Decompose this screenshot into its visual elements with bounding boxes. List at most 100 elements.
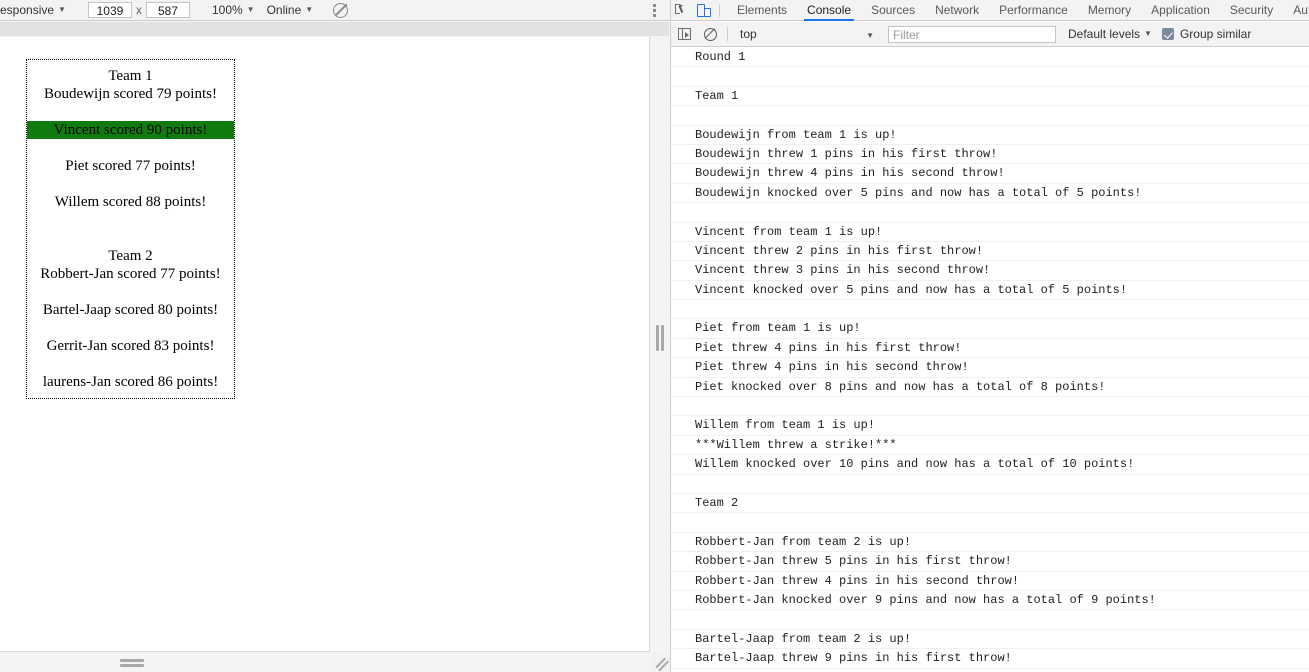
- device-toolbar-icon: [697, 3, 711, 17]
- group-similar-label: Group similar: [1179, 27, 1252, 41]
- viewport-corner-resizer[interactable]: [652, 652, 670, 671]
- scoreboard-line: Robbert-Jan scored 77 points!: [40, 266, 221, 282]
- devtools-panel: Elements Console Sources Network Perform…: [670, 0, 1309, 672]
- console-message: Bartel-Jaap from team 2 is up!: [671, 630, 1309, 650]
- device-height-input[interactable]: 587: [145, 2, 190, 18]
- console-message: Boudewijn from team 1 is up!: [671, 126, 1309, 145]
- tab-performance[interactable]: Performance: [989, 0, 1078, 21]
- console-blank-line: [671, 67, 1309, 87]
- scoreboard-line: Boudewijn scored 79 points!: [44, 86, 217, 102]
- console-message: Willem from team 1 is up!: [671, 416, 1309, 436]
- zoom-select-label: 100%: [211, 3, 243, 17]
- scoreboard: Team 1 Boudewijn scored 79 points! Vincen…: [26, 59, 235, 399]
- console-sidebar-icon: [677, 28, 691, 40]
- chevron-down-icon: ▼: [246, 4, 255, 14]
- console-blank-line: [671, 475, 1309, 494]
- console-message: Team 1: [671, 87, 1309, 107]
- scoreboard-line: Team 1: [108, 68, 153, 84]
- device-emulation-pane: esponsive ▼ 1039 x 587 100% ▼ Online ▼ T…: [0, 0, 670, 672]
- console-blank-line: [671, 300, 1309, 320]
- resizer-grip-icon: [656, 325, 665, 351]
- log-levels-label: Default levels: [1068, 27, 1141, 41]
- devtools-window: esponsive ▼ 1039 x 587 100% ▼ Online ▼ T…: [0, 0, 1309, 672]
- scoreboard-line: Vincent scored 90 points!: [27, 121, 234, 139]
- toggle-device-toolbar-button[interactable]: [693, 0, 715, 21]
- console-toolbar: top ▼ Filter Default levels ▼ Group simi…: [671, 22, 1309, 47]
- execution-context-label: top: [740, 27, 757, 41]
- console-message: Piet knocked over 8 pins and now has a t…: [671, 378, 1309, 398]
- console-blank-line: [671, 397, 1309, 417]
- inspect-element-button[interactable]: [671, 0, 693, 21]
- viewport-width-resizer[interactable]: [651, 37, 670, 652]
- group-similar-checkbox[interactable]: Group similar: [1161, 27, 1252, 41]
- console-message: Robbert-Jan from team 2 is up!: [671, 533, 1309, 553]
- device-more-options-button[interactable]: [646, 2, 662, 19]
- console-message: Vincent threw 3 pins in his second throw…: [671, 261, 1309, 281]
- console-message: Boudewijn threw 4 pins in his second thr…: [671, 164, 1309, 184]
- more-dot: [652, 9, 656, 12]
- console-message: Willem knocked over 10 pins and now has …: [671, 455, 1309, 475]
- console-message: Vincent from team 1 is up!: [671, 223, 1309, 242]
- console-message: Bartel-Jaap threw 9 pins in his first th…: [671, 649, 1309, 669]
- device-dimensions: 1039 x 587: [84, 0, 194, 21]
- console-blank-line: [671, 106, 1309, 126]
- tab-console[interactable]: Console: [797, 0, 861, 21]
- console-blank-line: [671, 203, 1309, 223]
- console-filter-input[interactable]: Filter: [888, 25, 1056, 43]
- scoreboard-spacer: [27, 175, 234, 193]
- device-width-input[interactable]: 1039: [87, 2, 132, 18]
- no-throttling-icon[interactable]: [333, 2, 349, 18]
- inspect-cursor-icon: [675, 3, 689, 17]
- scoreboard-spacer: [27, 283, 234, 301]
- dimension-separator: x: [135, 3, 142, 17]
- clear-console-button[interactable]: [697, 22, 723, 47]
- console-message: Robbert-Jan knocked over 9 pins and now …: [671, 591, 1309, 611]
- console-message: Vincent threw 2 pins in his first throw!: [671, 242, 1309, 262]
- scoreboard-spacer: [27, 319, 234, 337]
- log-levels-select[interactable]: Default levels ▼: [1068, 27, 1152, 41]
- tab-network[interactable]: Network: [925, 0, 989, 21]
- console-message: Team 2: [671, 494, 1309, 514]
- scoreboard-line: Bartel-Jaap scored 80 points!: [42, 302, 219, 318]
- tabbar-divider: [719, 3, 720, 17]
- console-message: Piet threw 4 pins in his first throw!: [671, 339, 1309, 359]
- console-message: Piet from team 1 is up!: [671, 319, 1309, 339]
- console-blank-line: [671, 610, 1309, 630]
- device-select-label: esponsive: [0, 3, 55, 17]
- scoreboard-spacer: [27, 139, 234, 157]
- tab-application[interactable]: Application: [1141, 0, 1220, 21]
- zoom-select[interactable]: 100% ▼: [212, 0, 255, 21]
- scoreboard-line: Willem scored 88 points!: [54, 194, 207, 210]
- tab-audits[interactable]: Au: [1283, 0, 1309, 21]
- devtools-tabbar: Elements Console Sources Network Perform…: [671, 0, 1309, 21]
- scoreboard-line: Piet scored 77 points!: [65, 158, 196, 174]
- console-message: ***Willem threw a strike!***: [671, 436, 1309, 456]
- device-select[interactable]: esponsive ▼: [0, 0, 66, 21]
- network-throttling-select[interactable]: Online ▼: [267, 0, 314, 21]
- console-message: Vincent knocked over 5 pins and now has …: [671, 281, 1309, 301]
- console-message: Piet threw 4 pins in his second throw!: [671, 358, 1309, 378]
- console-message-list[interactable]: Round 1 Team 1 Boudewijn from team 1 is …: [671, 48, 1309, 672]
- viewport-height-resizer[interactable]: [0, 653, 651, 672]
- tab-memory[interactable]: Memory: [1078, 0, 1141, 21]
- console-message: Robbert-Jan threw 4 pins in his second t…: [671, 572, 1309, 591]
- tab-sources[interactable]: Sources: [861, 0, 925, 21]
- console-blank-line: [671, 513, 1309, 533]
- device-ruler[interactable]: [0, 22, 670, 36]
- scoreboard-spacer: [27, 211, 234, 229]
- emulated-viewport: Team 1 Boudewijn scored 79 points! Vincen…: [0, 37, 650, 652]
- network-select-label: Online: [266, 3, 302, 17]
- console-message: Round 1: [671, 48, 1309, 68]
- execution-context-select[interactable]: top ▼: [732, 22, 882, 47]
- chevron-down-icon: ▼: [866, 30, 874, 40]
- scoreboard-spacer: [27, 229, 234, 247]
- tab-elements[interactable]: Elements: [727, 0, 797, 21]
- resizer-grip-icon: [120, 659, 144, 667]
- scoreboard-line: laurens-Jan scored 86 points!: [42, 374, 219, 390]
- more-dot: [652, 4, 656, 7]
- clear-console-icon: [703, 27, 717, 41]
- tab-security[interactable]: Security: [1220, 0, 1283, 21]
- console-message: Bartel-Jaap threw 1 pins in his second t…: [671, 669, 1309, 672]
- console-sidebar-toggle-button[interactable]: [671, 22, 697, 47]
- scoreboard-spacer: [27, 355, 234, 373]
